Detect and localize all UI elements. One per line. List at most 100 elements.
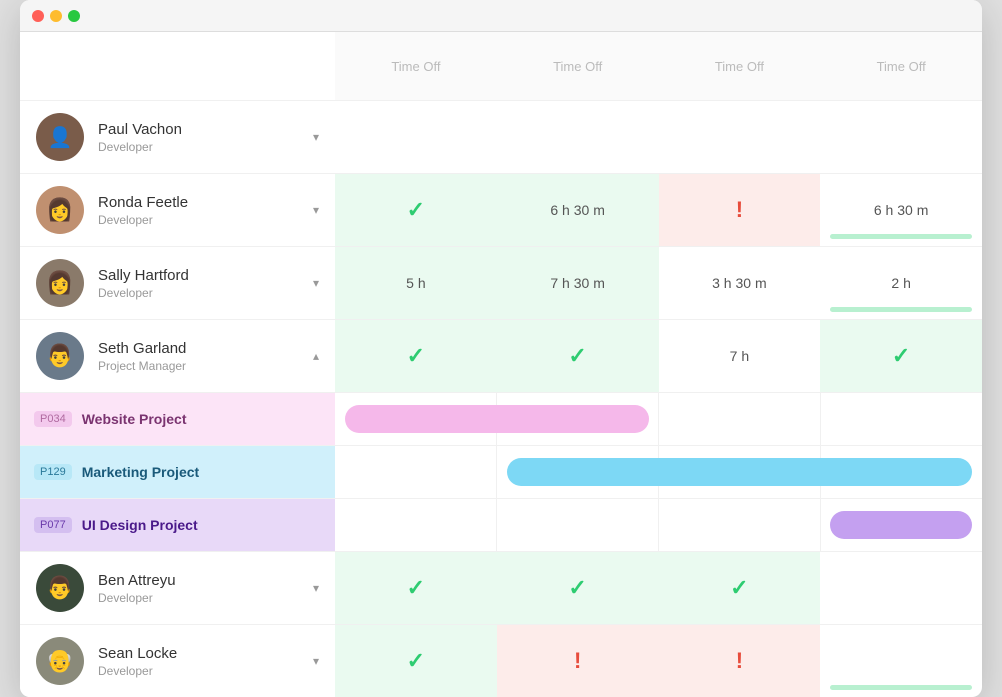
data-cell: 7 h (659, 320, 821, 392)
person-name: Sally Hartford (98, 267, 299, 284)
check-icon: ✓ (730, 575, 748, 601)
avatar: 👤 (36, 113, 84, 161)
table-row: 👤 Paul Vachon Developer ▾ (20, 101, 982, 174)
project-bar-website (345, 405, 649, 433)
person-role: Developer (98, 664, 299, 678)
schedule-table: Time Off Time Off Time Off Time Off 👤 Pa… (20, 32, 982, 697)
data-cell-check: ✓ (335, 320, 497, 392)
person-info: Ben Attreyu Developer (98, 572, 299, 605)
chevron-up-icon[interactable]: ▴ (313, 349, 319, 363)
progress-bar (830, 685, 972, 690)
project-id: P077 (34, 517, 72, 533)
person-name: Ben Attreyu (98, 572, 299, 589)
person-role: Project Manager (98, 359, 299, 373)
progress-bar (830, 234, 972, 239)
data-cell-time: 6 h 30 m (820, 174, 982, 246)
person-cell-sally: 👩 Sally Hartford Developer ▾ (20, 247, 335, 319)
header-person-cell (20, 32, 335, 100)
project-id: P129 (34, 464, 72, 480)
data-cols: ✓ 6 h 30 m ! 6 h 30 m (335, 174, 982, 246)
project-row-uidesign: P077 UI Design Project (20, 499, 982, 552)
person-info: Sally Hartford Developer (98, 267, 299, 300)
avatar: 👩 (36, 259, 84, 307)
warning-icon: ! (574, 648, 581, 674)
check-icon: ✓ (568, 575, 586, 601)
data-cols: ✓ ✓ ✓ (335, 552, 982, 624)
check-icon: ✓ (892, 343, 910, 369)
table-row: 👩 Ronda Feetle Developer ▾ ✓ 6 h 30 m ! (20, 174, 982, 247)
project-bar-marketing (507, 458, 972, 486)
table-row: 👩 Sally Hartford Developer ▾ 5 h 7 h 30 … (20, 247, 982, 320)
person-name: Seth Garland (98, 340, 299, 357)
data-cell: 5 h (335, 247, 497, 319)
person-info: Ronda Feetle Developer (98, 194, 299, 227)
warning-icon: ! (736, 197, 743, 223)
check-icon: ✓ (407, 575, 425, 601)
data-cell-warning: ! (659, 625, 821, 697)
chevron-down-icon[interactable]: ▾ (313, 130, 319, 144)
avatar: 👨 (36, 332, 84, 380)
table-row: 👨 Ben Attreyu Developer ▾ ✓ ✓ ✓ (20, 552, 982, 625)
project-bar-uidesign (830, 511, 972, 539)
progress-bar (830, 307, 972, 312)
chevron-down-icon[interactable]: ▾ (313, 581, 319, 595)
data-cell: 3 h 30 m (659, 247, 821, 319)
data-cell-check: ✓ (659, 552, 821, 624)
person-cell-paul: 👤 Paul Vachon Developer ▾ (20, 101, 335, 173)
project-left: P129 Marketing Project (20, 446, 335, 498)
header-row: Time Off Time Off Time Off Time Off (20, 32, 982, 101)
maximize-button[interactable] (68, 10, 80, 22)
data-cell (820, 101, 982, 173)
data-cell-check: ✓ (335, 552, 497, 624)
data-cell-check: ✓ (335, 625, 497, 697)
chevron-down-icon[interactable]: ▾ (313, 203, 319, 217)
person-info: Paul Vachon Developer (98, 121, 299, 154)
data-cell-check: ✓ (497, 320, 659, 392)
person-role: Developer (98, 140, 299, 154)
table-row: 👨 Seth Garland Project Manager ▴ ✓ ✓ 7 h (20, 320, 982, 393)
person-role: Developer (98, 591, 299, 605)
header-col-2: Time Off (497, 32, 659, 100)
person-name: Sean Locke (98, 645, 299, 662)
project-id: P034 (34, 411, 72, 427)
data-cell-check: ✓ (335, 174, 497, 246)
project-left: P034 Website Project (20, 393, 335, 445)
person-role: Developer (98, 286, 299, 300)
data-cols: ✓ ! ! (335, 625, 982, 697)
data-cell-warning: ! (659, 174, 821, 246)
check-icon: ✓ (407, 648, 425, 674)
project-row-website: P034 Website Project (20, 393, 982, 446)
check-icon: ✓ (568, 343, 586, 369)
project-name: UI Design Project (82, 517, 198, 533)
header-data-cols: Time Off Time Off Time Off Time Off (335, 32, 982, 100)
person-cell-seth: 👨 Seth Garland Project Manager ▴ (20, 320, 335, 392)
minimize-button[interactable] (50, 10, 62, 22)
data-cell-warning: ! (497, 625, 659, 697)
data-cols (335, 101, 982, 173)
person-name: Ronda Feetle (98, 194, 299, 211)
person-info: Sean Locke Developer (98, 645, 299, 678)
data-cell-time: 6 h 30 m (497, 174, 659, 246)
person-name: Paul Vachon (98, 121, 299, 138)
chevron-down-icon[interactable]: ▾ (313, 654, 319, 668)
header-col-4: Time Off (820, 32, 982, 100)
person-cell-ronda: 👩 Ronda Feetle Developer ▾ (20, 174, 335, 246)
header-col-3: Time Off (659, 32, 821, 100)
data-cell (659, 101, 821, 173)
app-window: Time Off Time Off Time Off Time Off 👤 Pa… (20, 0, 982, 697)
header-col-1: Time Off (335, 32, 497, 100)
table-row: 👴 Sean Locke Developer ▾ ✓ ! ! (20, 625, 982, 697)
titlebar (20, 0, 982, 32)
data-cell (335, 101, 497, 173)
data-cell (820, 552, 982, 624)
avatar: 👩 (36, 186, 84, 234)
close-button[interactable] (32, 10, 44, 22)
data-cols: ✓ ✓ 7 h ✓ (335, 320, 982, 392)
person-info: Seth Garland Project Manager (98, 340, 299, 373)
chevron-down-icon[interactable]: ▾ (313, 276, 319, 290)
project-name: Marketing Project (82, 464, 199, 480)
data-cell: 2 h (820, 247, 982, 319)
data-cell-check: ✓ (820, 320, 982, 392)
check-icon: ✓ (407, 197, 425, 223)
project-name: Website Project (82, 411, 187, 427)
